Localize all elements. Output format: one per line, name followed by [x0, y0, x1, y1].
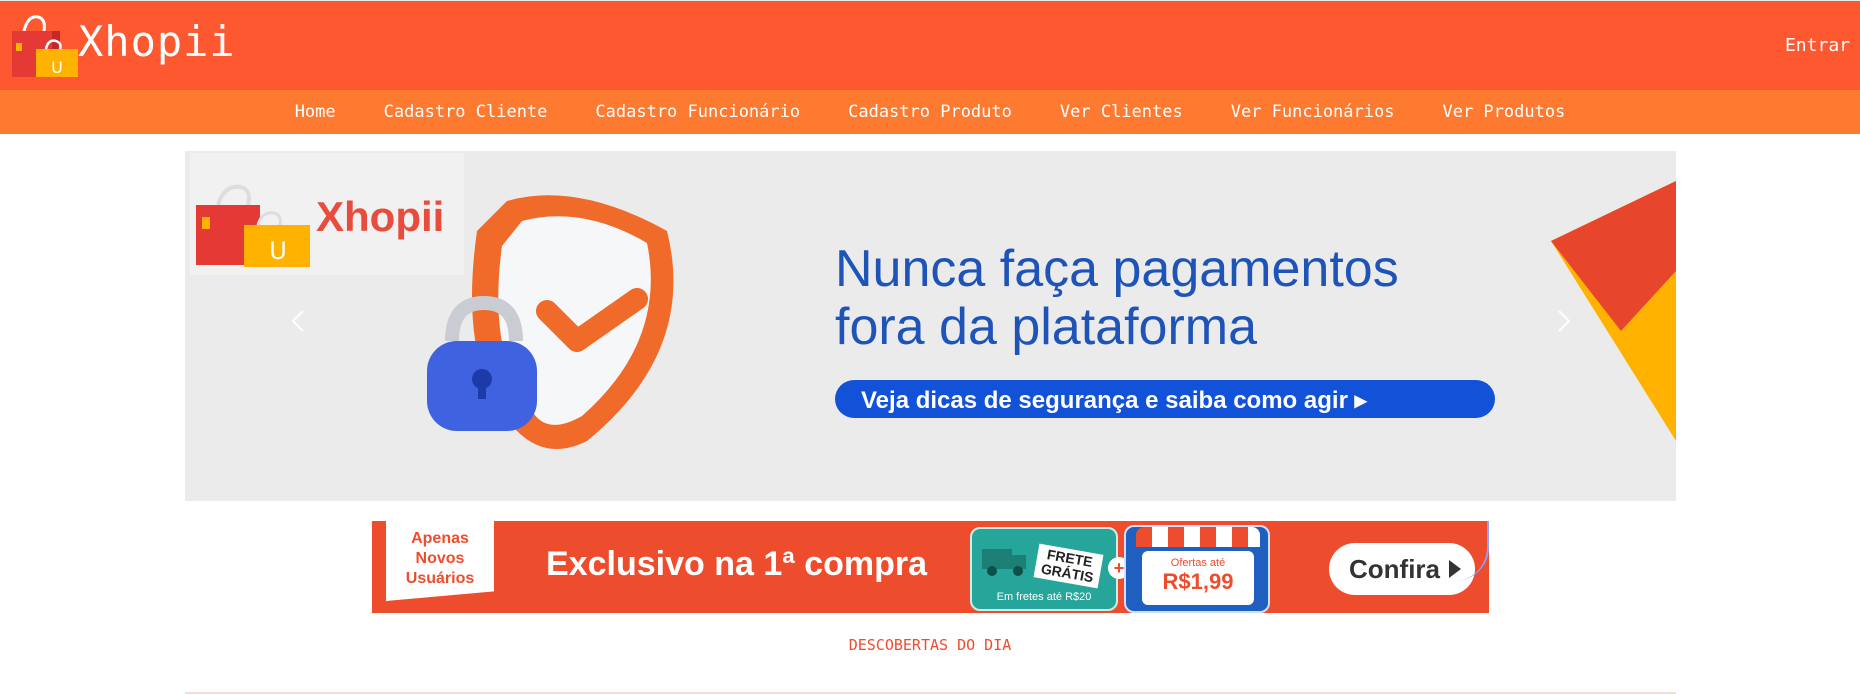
store-awning-icon: [1136, 527, 1260, 547]
svg-text:U: U: [269, 237, 287, 265]
promo-banner[interactable]: Apenas Novos Usuários Exclusivo na 1ª co…: [372, 521, 1489, 613]
nav-item-cadastro-funcionario[interactable]: Cadastro Funcionário: [595, 102, 800, 122]
main-nav: Home Cadastro Cliente Cadastro Funcionár…: [0, 90, 1860, 134]
nav-item-cadastro-produto[interactable]: Cadastro Produto: [848, 102, 1012, 122]
nav-item-ver-funcionarios[interactable]: Ver Funcionários: [1231, 102, 1395, 122]
nav-item-home[interactable]: Home: [295, 102, 336, 122]
shopping-bags-icon: U: [196, 184, 310, 267]
promo-ofertas-card: Ofertas até R$1,99: [1124, 525, 1270, 613]
nav-item-ver-clientes[interactable]: Ver Clientes: [1060, 102, 1183, 122]
carousel-cta-button[interactable]: Veja dicas de segurança e saiba como agi…: [835, 380, 1495, 418]
promo-headline: Exclusivo na 1ª compra: [546, 545, 928, 583]
promo-ofertas-value: R$1,99: [1162, 569, 1234, 594]
carousel-headline-1: Nunca faça pagamentos: [835, 240, 1399, 298]
promo-confira-label: Confira: [1349, 554, 1440, 584]
brand-name[interactable]: Xhopii: [78, 17, 236, 66]
login-link[interactable]: Entrar: [1785, 35, 1850, 56]
delivery-truck-icon: [982, 549, 1026, 576]
promo-frete-subtitle: Em fretes até R$20: [996, 591, 1092, 603]
site-header: U Xhopii Entrar: [0, 0, 1860, 90]
hero-carousel[interactable]: U Xhopii Nunca faça pagamentos fora da p…: [185, 151, 1676, 501]
promo-ofertas-label: Ofertas até: [1170, 557, 1226, 569]
carousel-headline-2: fora da plataforma: [835, 298, 1258, 356]
chevron-left-icon: [291, 310, 304, 332]
decorative-corner-line: [1455, 521, 1489, 581]
carousel-next-button[interactable]: [1551, 309, 1575, 333]
svg-text:U: U: [51, 58, 63, 77]
promo-frete-card: FRETE GRÁTIS Em fretes até R$20: [970, 527, 1118, 611]
nav-item-cadastro-cliente[interactable]: Cadastro Cliente: [384, 102, 548, 122]
shopping-bags-logo-icon[interactable]: U: [12, 15, 78, 77]
nav-item-ver-produtos[interactable]: Ver Produtos: [1442, 102, 1565, 122]
promo-new-users-tag: Apenas Novos Usuários: [386, 521, 494, 601]
promo-confira-button[interactable]: Confira: [1329, 543, 1475, 595]
section-title-descobertas: DESCOBERTAS DO DIA: [848, 636, 1012, 654]
security-shield-icon: [427, 195, 674, 449]
carousel-prev-button[interactable]: [287, 309, 311, 333]
promo-frete-title: FRETE GRÁTIS: [1033, 543, 1104, 589]
chevron-right-icon: [1558, 310, 1571, 332]
promo-ofertas-price-card: Ofertas até R$1,99: [1142, 551, 1254, 605]
